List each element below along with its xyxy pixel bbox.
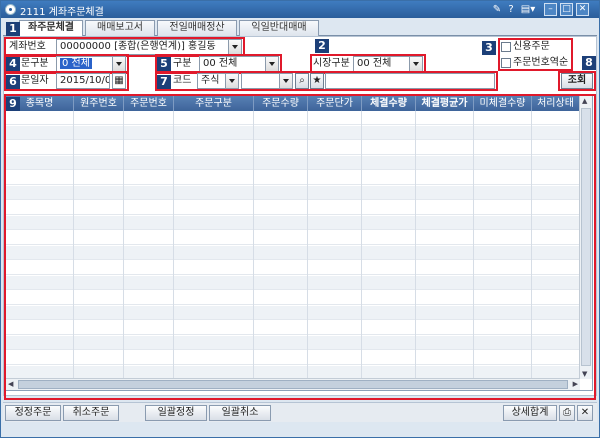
credit-order-label: 신용주문 <box>513 41 550 52</box>
highlight-box-7 <box>155 71 498 91</box>
highlight-box-8 <box>558 71 596 91</box>
detail-total-button[interactable]: 상세합계 <box>503 405 557 421</box>
print-icon[interactable]: ⎙ <box>559 405 575 421</box>
tab-bar: 좌주문체결 매매보고서 전일매매정산 익일반대매매 <box>3 20 597 37</box>
highlight-box-9 <box>4 94 596 400</box>
tab-next-day-reverse[interactable]: 익일반대매매 <box>239 20 319 36</box>
modify-order-button[interactable]: 정정주문 <box>5 405 61 421</box>
badge-8: 8 <box>582 56 596 70</box>
pin-icon[interactable]: ✎ <box>491 3 503 16</box>
maximize-icon[interactable]: □ <box>560 3 573 16</box>
bulk-cancel-button[interactable]: 일괄취소 <box>209 405 271 421</box>
highlight-box-6 <box>4 71 129 91</box>
badge-3: 3 <box>482 41 496 55</box>
tab-account-order[interactable]: 좌주문체결 <box>19 20 83 37</box>
window-title: 2111 계좌주문체결 <box>20 7 104 18</box>
cancel-order-button[interactable]: 취소주문 <box>63 405 119 421</box>
menu-icon[interactable]: ▤▾ <box>519 3 537 16</box>
close-icon[interactable]: ✕ <box>576 3 589 16</box>
delete-icon[interactable]: ✕ <box>577 405 593 421</box>
reverse-sort-checkbox[interactable] <box>501 58 511 68</box>
badge-1: 1 <box>6 22 20 36</box>
tab-prev-settlement[interactable]: 전일매매정산 <box>157 20 237 36</box>
tab-trade-report[interactable]: 매매보고서 <box>85 20 155 36</box>
badge-2: 2 <box>315 39 329 53</box>
bulk-modify-button[interactable]: 일괄정정 <box>145 405 207 421</box>
credit-order-checkbox[interactable] <box>501 42 511 52</box>
title-bar[interactable]: 2111 계좌주문체결 ✎ ? ▤▾ – □ ✕ <box>1 1 599 18</box>
bottom-toolbar: 정정주문 취소주문 일괄정정 일괄취소 상세합계 ⎙ ✕ <box>3 402 597 422</box>
reverse-sort-label: 주문번호역순 <box>513 57 569 68</box>
app-icon <box>5 4 16 15</box>
main-window: 2111 계좌주문체결 ✎ ? ▤▾ – □ ✕ 좌주문체결 매매보고서 전일매… <box>0 0 600 438</box>
help-icon[interactable]: ? <box>505 3 517 16</box>
minimize-icon[interactable]: – <box>544 3 557 16</box>
